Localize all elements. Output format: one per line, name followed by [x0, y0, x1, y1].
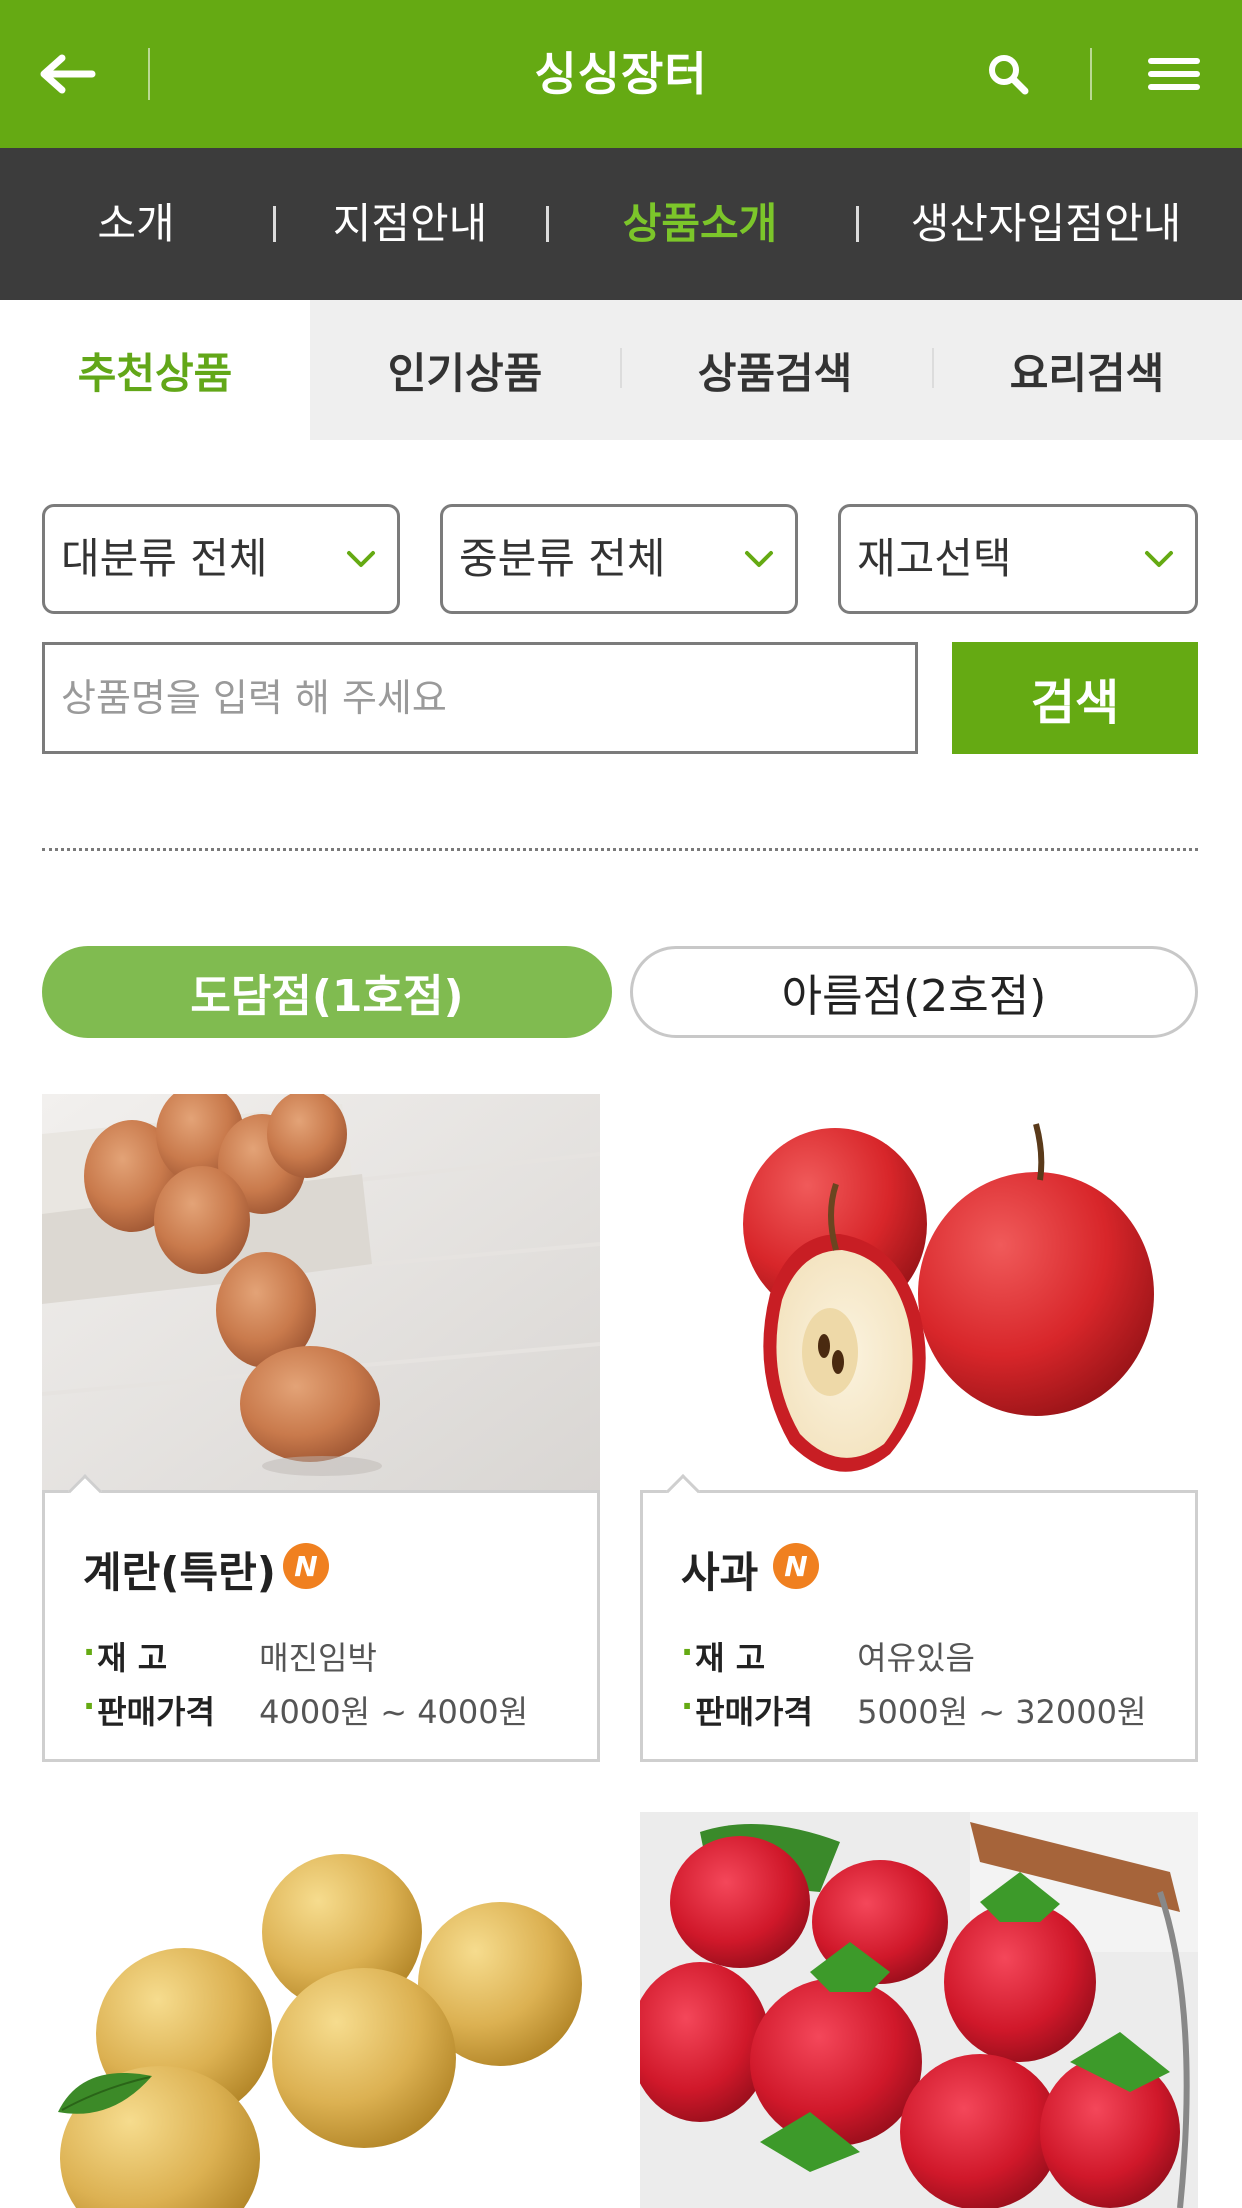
tab-recipe-search[interactable]: 요리검색 — [932, 300, 1242, 440]
price-label: 판매가격 — [97, 1693, 215, 1731]
bullet: · — [681, 1687, 694, 1725]
nav-item-producer-guide[interactable]: 생산자입점안내 — [896, 196, 1196, 252]
store-toggle-dodam[interactable]: 도담점(1호점) — [42, 946, 612, 1038]
section-divider — [42, 848, 1198, 851]
search-submit-button[interactable]: 검색 — [952, 642, 1198, 754]
strawberries-image — [640, 1812, 1198, 2208]
tab-recommended[interactable]: 추천상품 — [0, 300, 310, 440]
hamburger-menu-icon — [1148, 58, 1200, 90]
product-info: 계란(특란) N · 재 고 매진임박 · 판매가격 4000원 ~ 4000원 — [42, 1474, 600, 1762]
page-title: 싱싱장터 — [534, 47, 708, 101]
price-label: 판매가격 — [695, 1693, 813, 1731]
bullet: · — [83, 1633, 96, 1671]
search-icon — [989, 55, 1029, 95]
product-search-input[interactable] — [42, 642, 918, 754]
stock-select[interactable]: 재고선택 — [838, 504, 1198, 614]
chevron-down-icon — [745, 551, 773, 567]
main-navigation: 소개 지점안내 상품소개 생산자입점안내 — [0, 148, 1242, 300]
eggs-image — [42, 1094, 600, 1490]
bullet: · — [83, 1687, 96, 1725]
nav-item-products[interactable]: 상품소개 — [600, 196, 800, 252]
new-badge-icon: N — [283, 1543, 329, 1589]
header-divider — [1090, 48, 1092, 100]
product-image-pears[interactable] — [42, 1812, 600, 2208]
nav-divider — [546, 206, 549, 242]
search-button[interactable] — [980, 46, 1036, 102]
minor-category-value: 중분류 전체 — [459, 534, 666, 583]
menu-button[interactable] — [1146, 50, 1202, 98]
price-value: 5000원 ~ 32000원 — [857, 1693, 1147, 1731]
product-image-eggs[interactable] — [42, 1094, 600, 1490]
pears-image — [42, 1812, 600, 2208]
price-value: 4000원 ~ 4000원 — [259, 1693, 529, 1731]
stock-row: · 재 고 매진임박 — [83, 1633, 377, 1679]
product-info: 사과 N · 재 고 여유있음 · 판매가격 5000원 ~ 32000원 — [640, 1474, 1198, 1762]
tab-popular[interactable]: 인기상품 — [310, 300, 620, 440]
major-category-select[interactable]: 대분류 전체 — [42, 504, 400, 614]
major-category-value: 대분류 전체 — [61, 534, 268, 583]
chevron-down-icon — [347, 551, 375, 567]
chevron-down-icon — [1145, 551, 1173, 567]
price-row: · 판매가격 5000원 ~ 32000원 — [681, 1687, 1146, 1733]
nav-divider — [273, 206, 276, 242]
tab-product-search[interactable]: 상품검색 — [620, 300, 930, 440]
minor-category-select[interactable]: 중분류 전체 — [440, 504, 798, 614]
store-toggle-areum[interactable]: 아름점(2호점) — [630, 946, 1198, 1038]
product-name: 계란(특란) — [83, 1548, 276, 1597]
nav-item-branches[interactable]: 지점안내 — [320, 196, 500, 252]
price-row: · 판매가격 4000원 ~ 4000원 — [83, 1687, 528, 1733]
product-image-apples[interactable] — [640, 1094, 1198, 1490]
apples-image — [640, 1094, 1198, 1490]
product-image-strawberries[interactable] — [640, 1812, 1198, 2208]
product-name: 사과 — [681, 1548, 759, 1597]
stock-select-value: 재고선택 — [857, 534, 1012, 583]
product-tabs: 추천상품 인기상품 상품검색 요리검색 — [0, 300, 1242, 440]
stock-row: · 재 고 여유있음 — [681, 1633, 975, 1679]
stock-value: 매진임박 — [259, 1639, 377, 1677]
stock-value: 여유있음 — [857, 1639, 975, 1677]
nav-item-intro[interactable]: 소개 — [56, 196, 216, 252]
new-badge-icon: N — [773, 1543, 819, 1589]
bullet: · — [681, 1633, 694, 1671]
stock-label: 재 고 — [97, 1639, 168, 1677]
stock-label: 재 고 — [695, 1639, 766, 1677]
app-header: 싱싱장터 — [0, 0, 1242, 148]
nav-divider — [856, 206, 859, 242]
